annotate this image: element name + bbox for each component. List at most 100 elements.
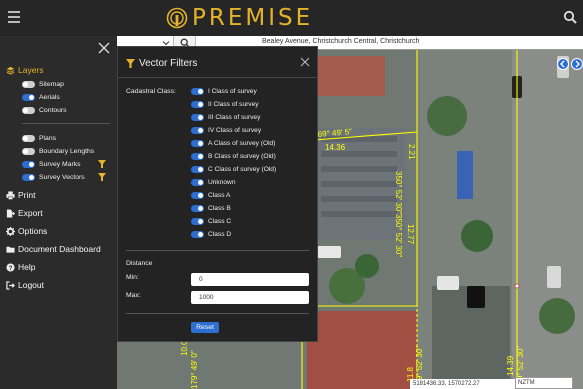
history-back-button[interactable] — [557, 58, 569, 70]
class-toggle-row[interactable]: Unknown — [191, 178, 236, 187]
export-icon — [6, 208, 15, 218]
layer-label: Sitemap — [39, 80, 64, 88]
forward-arrow-icon — [575, 60, 580, 68]
address-search-input[interactable]: Bealey Avenue, Christchurch Central, Chr… — [262, 38, 419, 45]
class-label: Class A — [208, 192, 231, 199]
layer-toggle-contours[interactable]: Contours — [22, 105, 112, 115]
vector-label: 14.36 — [325, 143, 346, 152]
filter-icon[interactable] — [98, 160, 106, 168]
nav-label: Help — [18, 262, 36, 272]
vector-label: 350° 52' 30" — [394, 171, 403, 214]
filter-icon — [126, 59, 135, 68]
toggle-switch[interactable] — [22, 106, 35, 114]
toggle-switch[interactable] — [191, 205, 204, 212]
class-label: Unknown — [208, 179, 236, 186]
dialog-title-text: Vector Filters — [139, 58, 198, 69]
sidebar: Layers Sitemap Aerials Contours Plans Bo… — [0, 36, 117, 389]
layer-toggle-aerials[interactable]: Aerials — [22, 92, 112, 102]
divider — [22, 123, 110, 124]
cadastral-class-label: Cadastral Class: — [126, 88, 176, 95]
toggle-switch[interactable] — [191, 166, 204, 173]
nav-help[interactable]: ? Help — [6, 262, 35, 272]
class-label: Class C — [208, 218, 232, 225]
crs-select[interactable]: NZTM — [515, 377, 573, 389]
divider — [126, 313, 309, 314]
nav-label: Document Dashboard — [18, 244, 101, 254]
layer-label: Survey Marks — [39, 160, 81, 168]
class-toggle-row[interactable]: B Class of survey (Old) — [191, 152, 276, 161]
layer-label: Contours — [39, 106, 67, 114]
class-toggle-row[interactable]: Class C — [191, 217, 231, 226]
vector-filters-dialog: Vector Filters Cadastral Class: I Class … — [117, 46, 318, 342]
toggle-switch[interactable] — [22, 173, 35, 181]
class-toggle-row[interactable]: III Class of survey — [191, 113, 260, 122]
nav-print[interactable]: Print — [6, 190, 35, 200]
gear-icon — [6, 226, 15, 236]
class-toggle-row[interactable]: Class B — [191, 204, 231, 213]
class-toggle-row[interactable]: II Class of survey — [191, 100, 259, 109]
toggle-switch[interactable] — [22, 147, 35, 155]
toggle-switch[interactable] — [191, 179, 204, 186]
toggle-switch[interactable] — [191, 218, 204, 225]
layer-toggle-boundary-lengths[interactable]: Boundary Lengths — [22, 146, 112, 156]
class-label: B Class of survey (Old) — [208, 153, 276, 160]
layer-label: Plans — [39, 134, 57, 142]
toggle-switch[interactable] — [22, 80, 35, 88]
class-label: IV Class of survey — [208, 127, 262, 134]
history-forward-button[interactable] — [571, 58, 583, 70]
class-label: Class D — [208, 231, 232, 238]
class-label: I Class of survey — [208, 88, 257, 95]
back-arrow-icon — [560, 60, 565, 68]
class-label: III Class of survey — [208, 114, 261, 121]
toggle-switch[interactable] — [191, 114, 204, 121]
class-toggle-row[interactable]: C Class of survey (Old) — [191, 165, 276, 174]
class-toggle-row[interactable]: IV Class of survey — [191, 126, 261, 135]
folder-icon — [6, 246, 15, 253]
class-label: Class B — [208, 205, 231, 212]
layer-toggle-plans[interactable]: Plans — [22, 133, 112, 143]
toggle-switch[interactable] — [191, 231, 204, 238]
vector-label: 12.77 — [406, 224, 415, 245]
hamburger-icon[interactable] — [8, 11, 20, 23]
filter-icon[interactable] — [98, 173, 106, 181]
nav-export[interactable]: Export — [6, 208, 43, 218]
vector-label: 2.21 — [407, 144, 416, 160]
toggle-switch[interactable] — [191, 192, 204, 199]
vector-label: 179° 49' 0" — [190, 350, 199, 389]
layer-toggle-sitemap[interactable]: Sitemap — [22, 79, 112, 89]
layers-icon — [6, 66, 15, 75]
toggle-switch[interactable] — [191, 140, 204, 147]
divider — [126, 250, 309, 251]
close-icon[interactable] — [98, 42, 110, 54]
reset-button[interactable]: Reset — [191, 322, 219, 333]
layers-heading[interactable]: Layers — [6, 65, 44, 75]
layer-label: Boundary Lengths — [39, 147, 95, 155]
class-toggle-row[interactable]: Class A — [191, 191, 230, 200]
search-icon[interactable] — [563, 10, 577, 24]
nav-logout[interactable]: Logout — [6, 280, 44, 290]
toggle-switch[interactable] — [22, 134, 35, 142]
nav-document-dashboard[interactable]: Document Dashboard — [6, 244, 101, 254]
logo-icon — [166, 7, 188, 29]
toggle-switch[interactable] — [191, 127, 204, 134]
nav-options[interactable]: Options — [6, 226, 47, 236]
max-label: Max: — [126, 292, 141, 299]
toggle-switch[interactable] — [191, 153, 204, 160]
class-toggle-row[interactable]: Class D — [191, 230, 231, 239]
close-icon[interactable] — [300, 57, 310, 67]
layers-heading-label: Layers — [18, 65, 44, 75]
dialog-title: Vector Filters — [126, 58, 197, 69]
min-distance-input[interactable]: 0 — [191, 273, 309, 286]
toggle-switch[interactable] — [191, 101, 204, 108]
vector-label: 350° 52' 30" — [394, 214, 403, 257]
layer-label: Aerials — [39, 93, 60, 101]
toggle-switch[interactable] — [191, 88, 204, 95]
divider — [118, 77, 317, 78]
class-toggle-row[interactable]: A Class of survey (Old) — [191, 139, 275, 148]
max-distance-input[interactable]: 1000 — [191, 291, 309, 304]
help-icon: ? — [6, 262, 15, 271]
toggle-switch[interactable] — [22, 160, 35, 168]
nav-label: Options — [18, 226, 48, 236]
class-toggle-row[interactable]: I Class of survey — [191, 87, 257, 96]
toggle-switch[interactable] — [22, 93, 35, 101]
